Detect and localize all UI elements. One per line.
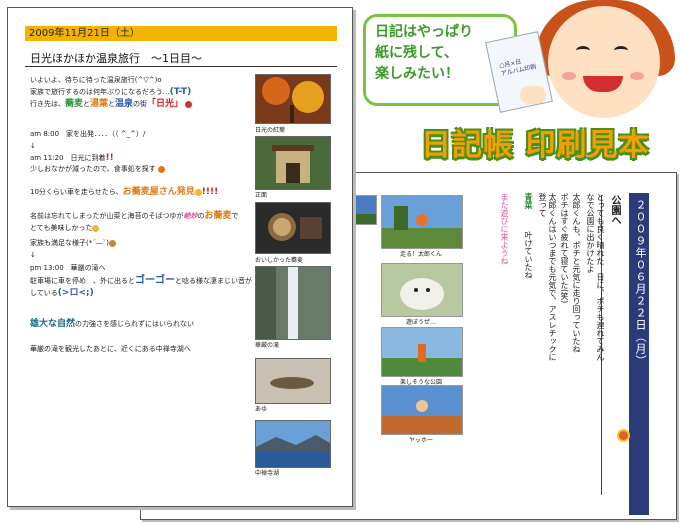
photo-shrine-gate <box>255 136 331 190</box>
text-line: am 8:00 家を出発．．．．（（ ^_^）/ <box>30 130 146 138</box>
body-column-5: 青菜 <box>524 193 533 209</box>
bear-icon <box>108 239 116 247</box>
bowl-icon <box>157 165 165 173</box>
photo-autumn-leaves <box>255 74 331 124</box>
body-column-2: 太郎くんも、ポチと元気に走り回っていたね <box>572 193 581 353</box>
caption: 日光の紅葉 <box>255 127 286 134</box>
body-column-7: また遊びに来ようね <box>500 193 509 265</box>
notebook-label: ○月×日 アルバム印刷 <box>498 58 537 78</box>
photo-waterfall <box>255 266 331 340</box>
caption-dog: 遊ぼうぜ… <box>405 319 436 326</box>
text-line: 10分くらい車を走らせたら、お蕎麦屋さん発見!!!! <box>30 187 219 197</box>
photo-yahoo <box>381 385 463 435</box>
text-line: 華厳の滝を観光したあとに、近くにある中禅寺湖へ <box>30 345 191 353</box>
text-line: 少しおなかが減ったので、食事処を探す <box>30 165 165 174</box>
text-line: 行き先は、蕎麦と湯葉と温泉の街「日光」 <box>30 100 193 109</box>
body-column-3: ポチはすぐ疲れて寝ていた(笑) <box>560 193 569 304</box>
text-line: 名前は忘れてしまったが山菜と海苔のそばつゆが絶妙のお蕎麦で <box>30 211 239 221</box>
caption: 中禅寺湖 <box>255 470 280 477</box>
caption: おいしかった蕎麦 <box>255 257 304 264</box>
title-divider <box>25 66 337 67</box>
flower-icon <box>619 431 628 440</box>
smile-icon <box>194 188 202 196</box>
body-column-1: とっても良く晴れた 日に、ポチも連れてみんなで公園に出かけたよ <box>586 193 605 361</box>
caption-yahoo: ヤッホー <box>408 437 433 444</box>
text-line: 家族で旅行するのは何年ぶりになるだろう…(T-T) <box>30 87 192 97</box>
caption: 正面 <box>255 192 268 199</box>
car-icon <box>185 100 193 108</box>
body-column-6: 叶けていたね <box>524 231 533 279</box>
front-title: 日光ほかほか温泉旅行 ～1日目～ <box>30 52 202 65</box>
text-line: am 11:20 日光に到着!! <box>30 153 114 163</box>
photo-dog <box>381 263 463 317</box>
smile-icon <box>92 224 100 232</box>
front-diary-page: 2009年11月21日（土） 日光ほかほか温泉旅行 ～1日目～ いよいよ、待ちに… <box>7 7 353 507</box>
text-line: している(>ロ<;) <box>30 288 94 298</box>
caption: あゆ <box>255 406 268 413</box>
text-line: pm 13:00 華厳の滝へ <box>30 264 106 272</box>
photo-sweetfish <box>255 358 331 404</box>
photo-park <box>381 327 463 377</box>
mascot-face-icon <box>548 6 660 118</box>
text-line: ↓ <box>30 251 36 259</box>
text-line: 雄大な自然の力強さを感じられずにはいられない <box>30 319 195 329</box>
text-line: いよいよ、待ちに待った温泉旅行(^▽^)o <box>30 76 162 84</box>
text-line: 家族も満足な様子(*´―`) <box>30 239 116 248</box>
mascot-cheek <box>630 72 644 80</box>
back-date: ２００９年０６月２２日（月） <box>634 199 647 367</box>
front-date: 2009年11月21日（土） <box>25 26 337 41</box>
caption: 華厳の滝 <box>255 342 280 349</box>
text-line: 駐車場に車を停め 、外に出るとゴーゴーと唸る様な凄まじい音が <box>30 275 252 286</box>
body-column-4: 太郎くんはいつまでも元気で、アスレチックに登って <box>538 193 557 361</box>
mascot-hand <box>520 86 546 104</box>
mascot-eye <box>576 46 590 55</box>
main-title: 日記帳 印刷見本 <box>421 128 650 163</box>
text-line: ↓ <box>30 142 36 150</box>
mascot-cheek <box>562 72 576 80</box>
mascot-eye <box>614 46 628 55</box>
text-line: とても美味しかった <box>30 224 100 233</box>
photo-running-boy <box>381 195 463 249</box>
back-title: 公園へ <box>609 195 620 225</box>
photo-lake <box>255 420 331 468</box>
caption-running: 走る！太郎くん <box>399 251 442 258</box>
photo-soba-meal <box>255 202 331 254</box>
bubble-text: 日記はやっぱり 紙に残して、 楽しみたい！ <box>375 24 473 82</box>
